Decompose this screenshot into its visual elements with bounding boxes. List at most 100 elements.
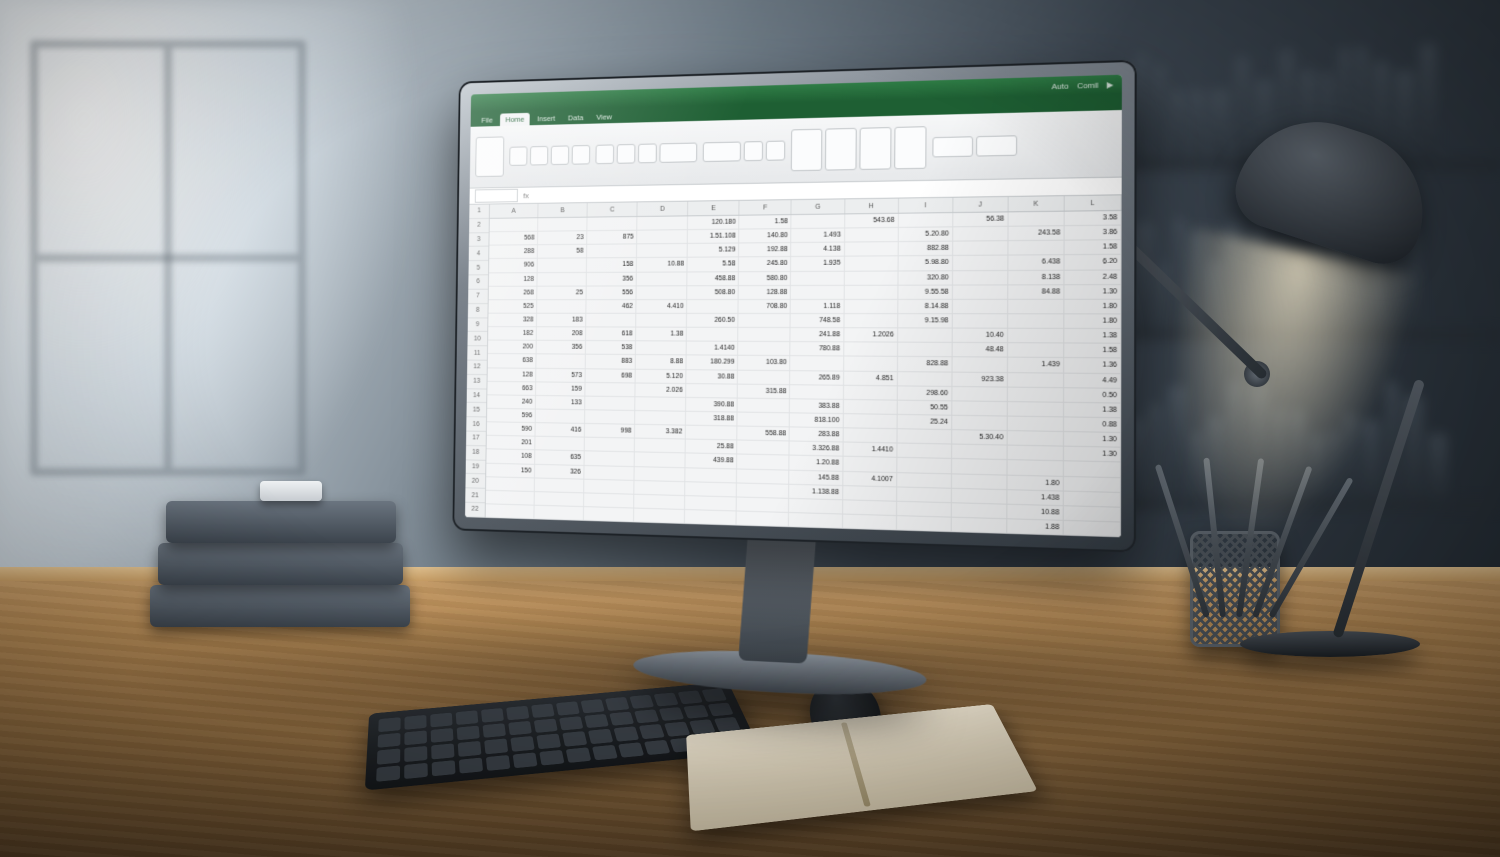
cell[interactable] [635,397,686,411]
row-header[interactable]: 19 [466,460,486,475]
cell[interactable]: 200 [488,341,537,354]
cell[interactable]: 508.80 [687,286,739,299]
cell[interactable]: 183 [537,314,587,327]
cell[interactable]: 580.80 [739,272,791,285]
row-header[interactable]: 6 [468,275,488,289]
cell[interactable] [1008,314,1064,328]
cell[interactable]: 180.299 [687,356,739,369]
cell[interactable] [686,384,738,398]
cell[interactable]: 5.20.80 [898,227,953,241]
cell[interactable]: 103.80 [738,356,790,370]
cell[interactable] [1008,241,1064,255]
align-right-button[interactable] [638,143,657,163]
cell[interactable] [790,385,843,399]
cell[interactable]: 8.14.88 [898,300,953,313]
cell[interactable]: 265.89 [790,371,843,385]
cell[interactable]: 1.439 [1008,358,1064,372]
column-header[interactable]: F [740,200,792,215]
cell[interactable]: 1.38 [1064,329,1121,343]
cell[interactable] [952,387,1008,401]
cell[interactable]: 25.24 [897,415,952,429]
cell[interactable]: 128 [488,368,537,381]
cell[interactable]: 818.100 [790,413,843,427]
cell[interactable] [843,385,897,399]
row-header[interactable]: 7 [468,290,488,304]
cell[interactable]: 875 [587,231,637,244]
row-header[interactable]: 8 [468,304,488,318]
cell[interactable]: 50.55 [897,400,952,414]
cell[interactable] [1008,402,1064,416]
cell[interactable] [1008,373,1064,387]
cell[interactable] [951,503,1007,518]
cell[interactable] [952,416,1008,430]
cell[interactable]: 1.80 [1007,475,1063,490]
cell[interactable] [584,507,634,521]
cell[interactable]: 283.88 [790,428,843,442]
cell[interactable] [585,383,635,396]
name-box[interactable] [475,189,518,203]
cell[interactable]: 416 [536,423,586,437]
cell[interactable]: 663 [487,382,536,395]
cell[interactable] [635,467,686,481]
ribbon-tab[interactable]: Insert [532,112,561,125]
row-header[interactable]: 16 [466,417,486,432]
cell[interactable] [791,286,844,299]
find-button[interactable] [976,135,1017,156]
cell[interactable] [791,271,844,284]
cell[interactable]: 2.48 [1064,270,1121,284]
percent-button[interactable] [744,141,763,161]
cell[interactable]: 108 [486,450,535,464]
cell[interactable]: 128.88 [739,286,791,299]
cell[interactable] [537,300,587,313]
number-format-button[interactable] [703,142,741,163]
cell[interactable]: 1.935 [791,257,844,270]
cell[interactable] [953,227,1008,241]
column-header[interactable]: I [899,198,954,213]
cell[interactable]: 596 [487,409,536,422]
cell[interactable] [897,473,952,488]
cell[interactable]: 8.88 [636,355,687,368]
row-header[interactable]: 22 [465,503,485,518]
cell[interactable] [1008,387,1064,401]
cell[interactable] [1007,460,1063,475]
cell[interactable] [1007,446,1063,461]
cell[interactable] [636,342,687,355]
cell[interactable] [738,342,790,355]
cell[interactable]: 182 [488,327,537,340]
cell[interactable]: 882.88 [898,242,953,256]
cell[interactable] [636,314,687,327]
cell[interactable]: 10.40 [952,329,1008,343]
cell[interactable] [844,285,898,298]
cell[interactable]: 10.88 [1007,505,1064,520]
row-header[interactable]: 3 [469,233,489,247]
cell[interactable]: 525 [488,300,537,313]
cell[interactable] [1008,329,1064,343]
cell[interactable]: 439.88 [686,454,738,468]
cell[interactable] [637,216,688,229]
cell[interactable]: 556 [587,286,637,299]
cell[interactable] [1007,431,1063,446]
cell[interactable] [843,428,897,442]
cell[interactable]: 260.50 [687,314,739,327]
cell[interactable] [844,314,898,327]
cell[interactable]: 8.138 [1008,270,1064,284]
cell[interactable]: 192.88 [739,243,791,256]
ribbon-tab[interactable]: Data [562,111,589,124]
cell[interactable]: 320.80 [898,271,953,285]
cell[interactable] [843,514,897,529]
cell[interactable]: 1.438 [1007,490,1064,505]
cell[interactable] [1008,300,1064,314]
underline-button[interactable] [551,145,569,165]
cell[interactable] [845,228,899,242]
cell[interactable] [584,466,634,480]
cell[interactable]: 48.48 [952,343,1008,357]
cell[interactable]: 748.58 [791,314,844,327]
cell[interactable]: 158 [587,258,637,271]
cell[interactable] [952,488,1008,503]
cell[interactable] [737,455,790,469]
row-header[interactable]: 13 [467,375,487,389]
cell[interactable]: 568 [489,232,538,245]
cell[interactable]: 241.88 [791,328,844,341]
merge-button[interactable] [659,143,697,163]
bold-button[interactable] [509,146,527,166]
